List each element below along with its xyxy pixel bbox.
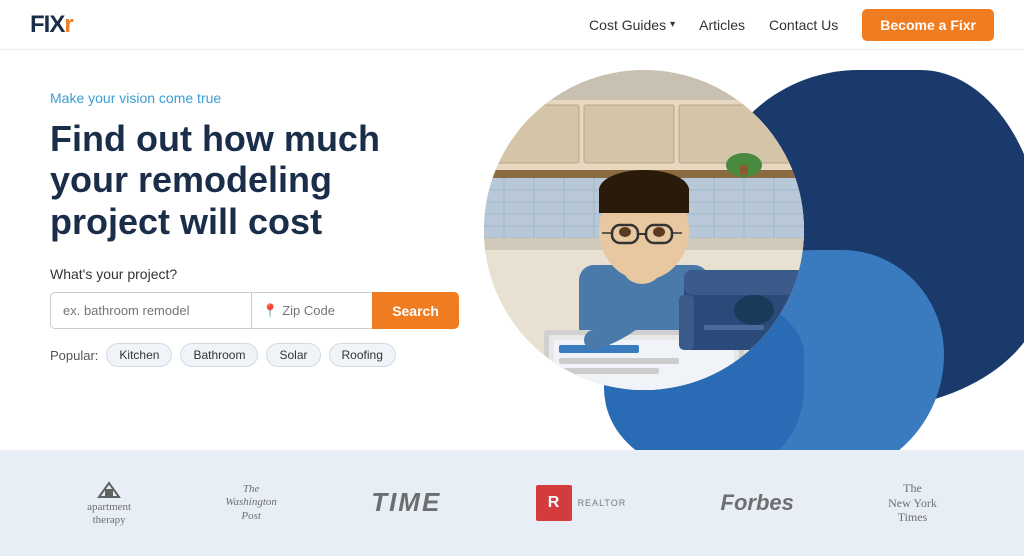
time-label: TIME [371,487,441,518]
brand-realtor: R REALTOR [536,485,627,521]
navbar: FIXr Cost Guides ▾ Articles Contact Us B… [0,0,1024,50]
heading-line3: project will cost [50,201,322,242]
apt-icon [94,479,124,499]
nyt-label: TheNew YorkTimes [888,481,937,524]
search-button[interactable]: Search [372,292,459,329]
hero-tagline: Make your vision come true [50,90,440,106]
hero-photo [484,70,804,390]
become-fixr-button[interactable]: Become a Fixr [862,9,994,41]
tag-solar[interactable]: Solar [266,343,320,367]
tag-roofing[interactable]: Roofing [329,343,396,367]
search-input[interactable] [50,292,251,329]
brand-nyt: TheNew YorkTimes [888,481,937,524]
zip-input[interactable] [282,303,362,318]
wapo-label: TheWashingtonPost [225,483,277,523]
logo-accent: r [64,11,72,38]
zip-input-wrap: 📍 [251,292,372,329]
hero-section: Make your vision come true Find out how … [0,50,1024,450]
realtor-box: R [536,485,572,521]
project-question: What's your project? [50,266,440,282]
brands-strip: apartmenttherapy TheWashingtonPost TIME … [0,450,1024,556]
popular-row: Popular: Kitchen Bathroom Solar Roofing [50,343,440,367]
forbes-label: Forbes [721,490,794,516]
brand-time: TIME [371,487,441,518]
realtor-label: REALTOR [578,498,627,508]
brand-washington-post: TheWashingtonPost [225,483,277,523]
tag-bathroom[interactable]: Bathroom [180,343,258,367]
tag-kitchen[interactable]: Kitchen [106,343,172,367]
nav-articles[interactable]: Articles [699,17,745,33]
dropdown-arrow: ▾ [670,19,675,30]
heading-line2: your remodeling [50,159,332,200]
nav-cost-guides[interactable]: Cost Guides ▾ [589,17,675,33]
brand-forbes: Forbes [721,490,794,516]
cost-guides-label: Cost Guides [589,17,666,33]
popular-label: Popular: [50,348,98,363]
location-icon: 📍 [262,303,278,319]
hero-content: Make your vision come true Find out how … [0,50,480,450]
nav-links: Cost Guides ▾ Articles Contact Us Become… [589,9,994,41]
logo[interactable]: FIXr [30,11,73,39]
search-bar: 📍 Search [50,292,410,329]
apt-label: apartmenttherapy [87,501,131,527]
hero-heading: Find out how much your remodeling projec… [50,118,440,242]
heading-line1: Find out how much [50,118,380,159]
hero-visual [444,50,1024,450]
hero-image-svg [484,70,804,390]
brand-apartment-therapy: apartmenttherapy [87,479,131,527]
nav-contact-us[interactable]: Contact Us [769,17,838,33]
